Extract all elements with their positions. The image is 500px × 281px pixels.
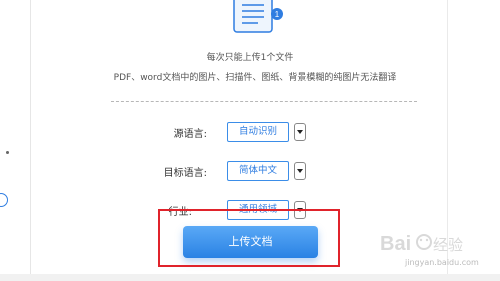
chevron-down-icon xyxy=(297,130,303,134)
highlight-annotation-box xyxy=(158,209,340,267)
left-sidebar-edge xyxy=(0,0,31,281)
target-language-dropdown-button[interactable] xyxy=(294,162,306,180)
bottom-band xyxy=(0,274,500,281)
document-upload-icon: 1 xyxy=(233,0,283,33)
source-language-dropdown-button[interactable] xyxy=(294,123,306,141)
unsupported-content-hint: PDF、word文档中的图片、扫描件、图纸、背景模糊的纯图片无法翻译 xyxy=(113,73,397,83)
badge-count: 1 xyxy=(275,10,280,19)
svg-text:Bai: Bai xyxy=(380,233,411,255)
left-sidebar-dot xyxy=(6,151,9,154)
upload-limit-hint: 每次只能上传1个文件 xyxy=(206,53,294,63)
target-language-label: 目标语言: xyxy=(163,168,207,179)
chevron-down-icon xyxy=(297,169,303,173)
source-language-label: 源语言: xyxy=(173,129,207,140)
watermark-url: jingyan.baidu.com xyxy=(405,258,479,267)
svg-text:经验: 经验 xyxy=(433,236,463,254)
target-language-select[interactable]: 简体中文 xyxy=(227,161,289,181)
dashed-divider xyxy=(111,101,417,102)
source-language-select[interactable]: 自动识别 xyxy=(227,122,289,142)
baidu-jingyan-watermark-logo: Bai 经验 xyxy=(380,233,463,255)
